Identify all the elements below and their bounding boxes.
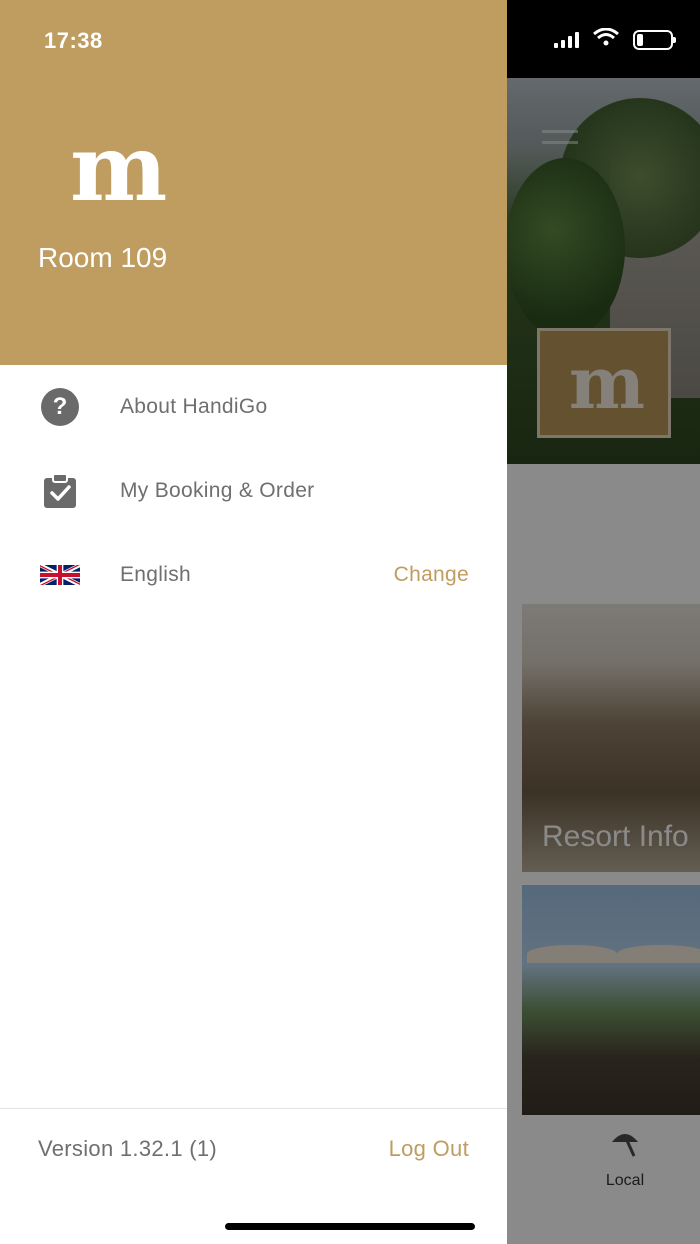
change-language-button[interactable]: Change [394,563,469,587]
battery-icon [633,29,676,50]
wifi-icon [593,27,619,51]
menu-item-label: About HandiGo [120,395,268,418]
menu-item-label: English [120,563,191,586]
menu-item-language[interactable]: English Change [0,533,507,617]
drawer-header: 17:38 m Room 109 [0,0,507,365]
uk-flag-icon [40,555,80,595]
brand-logo: m [70,114,167,222]
menu-item-about[interactable]: ? About HandiGo [0,365,507,449]
version-label: Version 1.32.1 (1) [38,1136,218,1161]
clipboard-check-icon [40,471,80,511]
room-label: Room 109 [38,242,168,273]
signal-icon [554,31,579,48]
menu-item-booking[interactable]: My Booking & Order [0,449,507,533]
status-time: 17:38 [44,28,103,53]
menu-item-label: My Booking & Order [120,479,315,502]
logout-button[interactable]: Log Out [389,1136,469,1162]
side-drawer: 17:38 m Room 109 ? About HandiGo My Book… [0,0,507,1244]
footer-divider [0,1108,507,1109]
screen: m Resort Info Local 17:38 m Room 109 ? A… [0,0,700,1244]
home-indicator[interactable] [225,1223,475,1230]
status-icons [554,27,676,51]
help-circle-icon: ? [40,387,80,427]
